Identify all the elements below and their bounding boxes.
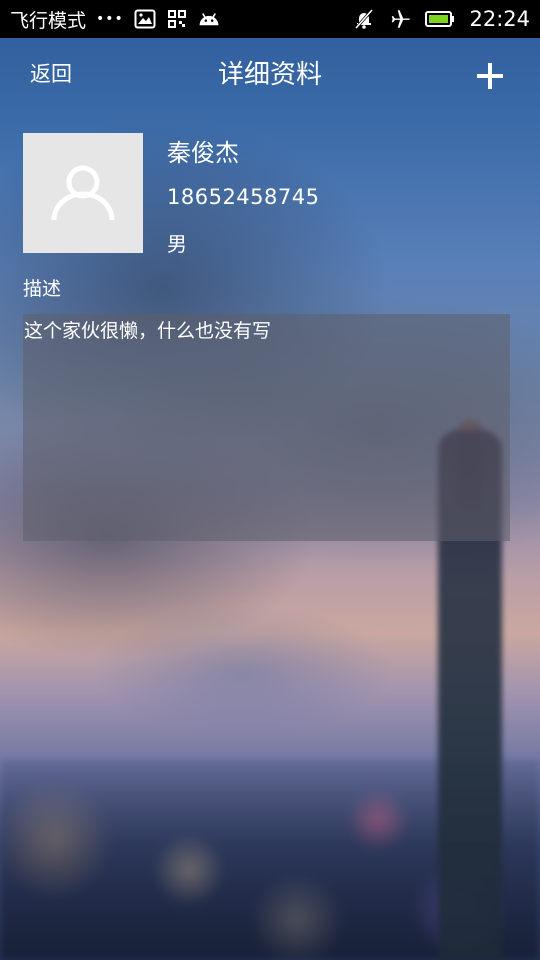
- overflow-dots: •••: [96, 11, 124, 27]
- page-title: 详细资料: [217, 60, 322, 90]
- battery-icon: [425, 8, 455, 30]
- app-header: 返回 详细资料: [0, 38, 540, 110]
- plus-icon[interactable]: [470, 56, 510, 96]
- avatar[interactable]: [23, 133, 143, 253]
- image-icon: [134, 8, 156, 30]
- contact-name: 秦俊杰: [167, 139, 239, 167]
- contact-gender: 男: [167, 232, 187, 256]
- notification-muted-icon: [353, 8, 375, 30]
- user-avatar-icon: [51, 165, 115, 221]
- contact-phone: 18652458745: [167, 185, 320, 209]
- description-box: 这个家伙很懒，什么也没有写: [23, 314, 510, 541]
- status-bar: 飞行模式 ••• 22:24: [0, 0, 540, 38]
- airplane-mode-text: 飞行模式: [10, 9, 87, 32]
- airplane-icon: [389, 8, 411, 30]
- qr-grid-icon: [166, 8, 188, 30]
- android-icon: [198, 8, 220, 30]
- description-label: 描述: [23, 278, 62, 300]
- clock: 22:24: [469, 7, 530, 31]
